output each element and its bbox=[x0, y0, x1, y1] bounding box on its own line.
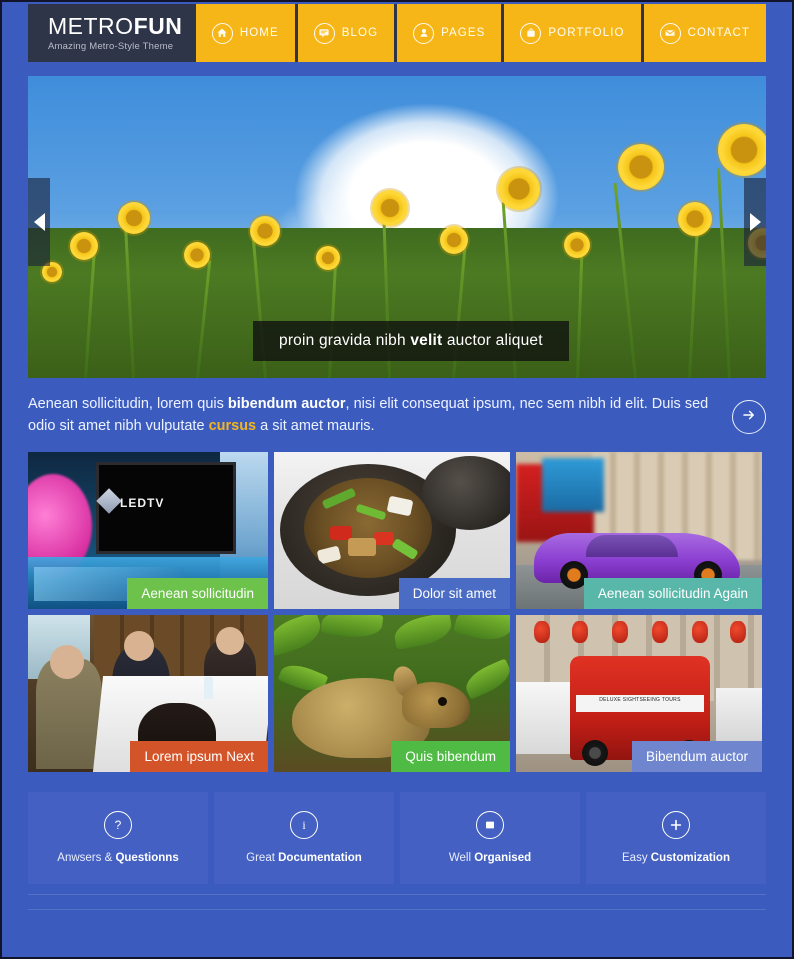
portfolio-tile-6[interactable]: DELUXE SIGHTSEEING TOURS Bibendum auctor bbox=[516, 614, 762, 772]
chevron-right-icon bbox=[749, 213, 761, 231]
portfolio-tile-1[interactable]: LEDTV Aenean sollicitudin bbox=[28, 451, 268, 609]
nav-label-portfolio: PORTFOLIO bbox=[548, 27, 625, 39]
portfolio-grid: LEDTV Aenean sollicitudin Dolor sit amet… bbox=[28, 451, 766, 772]
portfolio-caption-4: Lorem ipsum Next bbox=[130, 740, 268, 772]
question-mark-icon: ? bbox=[104, 811, 132, 839]
intro-section: Aenean sollicitudin, lorem quis bibendum… bbox=[28, 394, 766, 438]
svg-text:i: i bbox=[302, 818, 306, 832]
feature-label-documentation: Great Documentation bbox=[246, 852, 362, 864]
intro-bold: bibendum auctor bbox=[227, 396, 346, 412]
window-icon bbox=[476, 811, 504, 839]
intro-text: Aenean sollicitudin, lorem quis bibendum… bbox=[28, 394, 716, 438]
slider-caption-bold: velit bbox=[410, 332, 443, 349]
hero-slider: proin gravida nibh velit auctor aliquet bbox=[28, 76, 766, 378]
home-icon bbox=[211, 22, 233, 44]
portfolio-tile-4[interactable]: Lorem ipsum Next bbox=[28, 614, 268, 772]
feature-customization-light: Easy bbox=[622, 852, 651, 864]
brand-title: METROFUN bbox=[48, 12, 183, 39]
bus-sign-text: DELUXE SIGHTSEEING TOURS bbox=[599, 696, 681, 703]
chat-screen-icon bbox=[313, 22, 335, 44]
slider-caption-part1: proin gravida nibh bbox=[279, 332, 411, 349]
feature-answers-light: Anwsers & bbox=[57, 852, 116, 864]
portfolio-caption-2: Dolor sit amet bbox=[398, 577, 510, 609]
feature-documentation-light: Great bbox=[246, 852, 279, 864]
nav-label-home: HOME bbox=[239, 27, 279, 39]
nav-item-portfolio[interactable]: PORTFOLIO bbox=[504, 4, 641, 62]
feature-answers-bold: Questionns bbox=[115, 852, 179, 864]
slider-caption: proin gravida nibh velit auctor aliquet bbox=[253, 321, 569, 361]
portfolio-tile-3[interactable]: Aenean sollicitudin Again bbox=[516, 451, 762, 609]
bus-sign: DELUXE SIGHTSEEING TOURS bbox=[576, 694, 704, 712]
main-navigation: HOME BLOG PAGES PORTFOLIO CONTACT bbox=[193, 4, 766, 62]
brand-logo[interactable]: METROFUN Amazing Metro-Style Theme bbox=[28, 12, 183, 52]
footer-divider-2 bbox=[28, 908, 766, 910]
brand-prefix: METRO bbox=[48, 12, 134, 39]
chevron-left-icon bbox=[33, 213, 45, 231]
nav-item-pages[interactable]: PAGES bbox=[397, 4, 502, 62]
portfolio-caption-3: Aenean sollicitudin Again bbox=[583, 577, 762, 609]
tv-logo-text: LEDTV bbox=[120, 495, 165, 510]
feature-tile-customization[interactable]: Easy Customization bbox=[586, 791, 766, 884]
feature-organised-light: Well bbox=[448, 852, 475, 864]
slider-next-button[interactable] bbox=[744, 178, 766, 266]
portfolio-caption-6: Bibendum auctor bbox=[631, 740, 762, 772]
intro-part1: Aenean sollicitudin, lorem quis bbox=[28, 396, 228, 412]
feature-tiles: ? Anwsers & Questionns i Great Documenta… bbox=[28, 791, 766, 884]
feature-tile-organised[interactable]: Well Organised bbox=[400, 791, 580, 884]
page-root: METROFUN Amazing Metro-Style Theme HOME … bbox=[0, 0, 794, 959]
envelope-icon bbox=[659, 22, 681, 44]
intro-highlight: cursus bbox=[208, 417, 257, 434]
nav-item-blog[interactable]: BLOG bbox=[297, 4, 395, 62]
portfolio-tile-2[interactable]: Dolor sit amet bbox=[274, 451, 510, 609]
feature-tile-answers[interactable]: ? Anwsers & Questionns bbox=[28, 791, 208, 884]
portfolio-caption-1: Aenean sollicitudin bbox=[127, 577, 268, 609]
plus-icon bbox=[662, 811, 690, 839]
person-icon bbox=[413, 22, 435, 44]
portfolio-caption-5: Quis bibendum bbox=[391, 740, 510, 772]
feature-customization-bold: Customization bbox=[650, 852, 730, 864]
brand-suffix: FUN bbox=[133, 12, 183, 39]
portfolio-tile-5[interactable]: Quis bibendum bbox=[274, 614, 510, 772]
site-header: METROFUN Amazing Metro-Style Theme HOME … bbox=[28, 4, 766, 62]
bag-icon bbox=[520, 22, 542, 44]
footer-divider-1 bbox=[28, 893, 766, 895]
nav-label-pages: PAGES bbox=[441, 27, 486, 39]
info-icon: i bbox=[290, 811, 318, 839]
nav-item-home[interactable]: HOME bbox=[195, 4, 295, 62]
svg-text:?: ? bbox=[115, 818, 122, 832]
intro-read-more-button[interactable] bbox=[732, 400, 766, 434]
feature-label-customization: Easy Customization bbox=[622, 852, 730, 864]
intro-part3: a sit amet mauris. bbox=[256, 417, 375, 434]
feature-documentation-bold: Documentation bbox=[278, 852, 362, 864]
nav-label-blog: BLOG bbox=[341, 27, 379, 39]
feature-label-organised: Well Organised bbox=[449, 852, 531, 864]
arrow-right-circle-icon bbox=[741, 407, 757, 428]
slider-prev-button[interactable] bbox=[28, 178, 50, 266]
brand-tagline: Amazing Metro-Style Theme bbox=[48, 40, 174, 52]
nav-item-contact[interactable]: CONTACT bbox=[643, 4, 766, 62]
feature-tile-documentation[interactable]: i Great Documentation bbox=[214, 791, 394, 884]
slider-caption-part2: auctor aliquet bbox=[442, 332, 543, 349]
feature-organised-bold: Organised bbox=[474, 852, 532, 864]
nav-label-contact: CONTACT bbox=[687, 27, 750, 39]
feature-label-answers: Anwsers & Questionns bbox=[57, 852, 178, 864]
